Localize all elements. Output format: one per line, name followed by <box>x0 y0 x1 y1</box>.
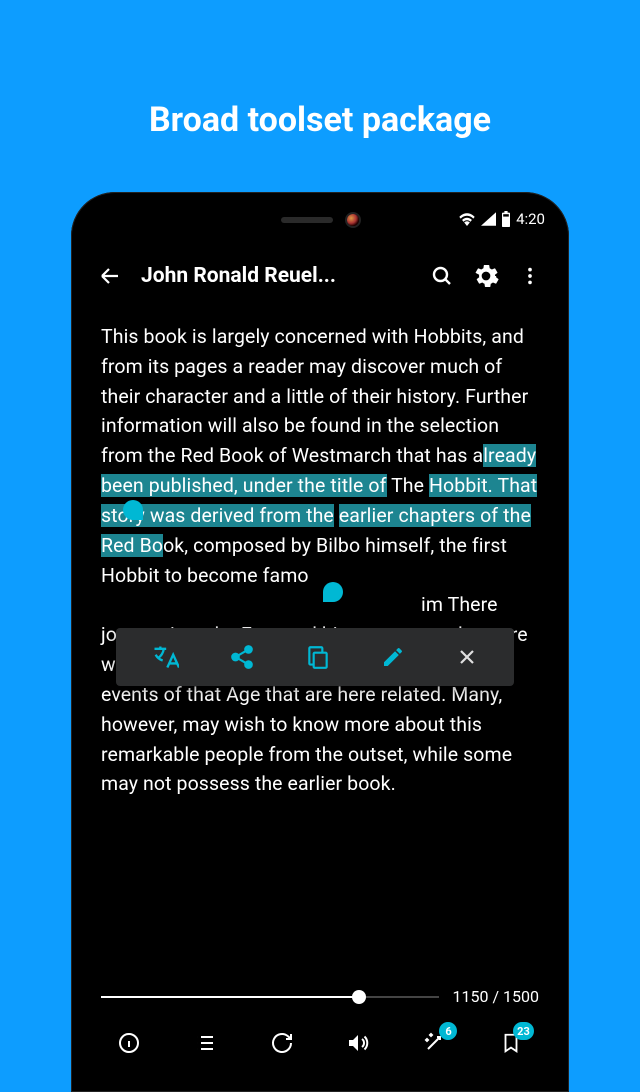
progress-thumb[interactable] <box>352 990 366 1004</box>
bottom-bar: 6 23 <box>83 1020 557 1066</box>
wand-button[interactable]: 6 <box>419 1028 449 1058</box>
progress-total: 1500 <box>503 987 539 1006</box>
phone-notch <box>215 204 425 236</box>
phone-frame: 4:20 John Ronald Reuel... This book is l… <box>71 192 569 1092</box>
close-toolbar-button[interactable] <box>455 645 479 669</box>
progress-current: 1150 <box>453 987 489 1006</box>
appbar-title: John Ronald Reuel... <box>141 264 411 288</box>
status-bar: 4:20 <box>458 210 545 228</box>
edit-button[interactable] <box>381 645 405 669</box>
contents-button[interactable] <box>190 1028 220 1058</box>
phone-screen: 4:20 John Ronald Reuel... This book is l… <box>83 204 557 1080</box>
translate-button[interactable] <box>151 643 179 671</box>
speaker-grille <box>281 217 333 223</box>
selection-handle-end[interactable] <box>323 582 343 602</box>
wand-badge: 6 <box>439 1022 457 1040</box>
selection-toolbar <box>116 628 514 686</box>
front-camera <box>347 214 359 226</box>
page-headline: Broad toolset package <box>0 0 640 140</box>
refresh-button[interactable] <box>267 1028 297 1058</box>
progress-label: 1150 / 1500 <box>453 987 539 1006</box>
progress-row: 1150 / 1500 <box>101 987 539 1006</box>
signal-icon <box>481 212 496 226</box>
bookmark-badge: 23 <box>513 1022 534 1040</box>
audio-button[interactable] <box>343 1028 373 1058</box>
body-text: This book is largely concerned with Hobb… <box>101 325 528 467</box>
wifi-icon <box>458 212 476 226</box>
progress-sep: / <box>488 987 503 1006</box>
progress-fill <box>101 996 359 998</box>
settings-button[interactable] <box>473 263 499 289</box>
back-button[interactable] <box>97 263 123 289</box>
progress-slider[interactable] <box>101 996 439 998</box>
status-time: 4:20 <box>516 210 545 228</box>
share-button[interactable] <box>229 644 255 670</box>
selection-handle-start[interactable] <box>123 500 143 520</box>
app-bar: John Ronald Reuel... <box>83 250 557 302</box>
search-button[interactable] <box>429 263 455 289</box>
body-text: im There <box>421 593 498 616</box>
battery-icon <box>501 211 511 227</box>
more-button[interactable] <box>517 263 543 289</box>
body-text: The <box>387 474 430 497</box>
copy-button[interactable] <box>305 644 331 670</box>
bookmark-button[interactable]: 23 <box>496 1028 526 1058</box>
info-button[interactable] <box>114 1028 144 1058</box>
